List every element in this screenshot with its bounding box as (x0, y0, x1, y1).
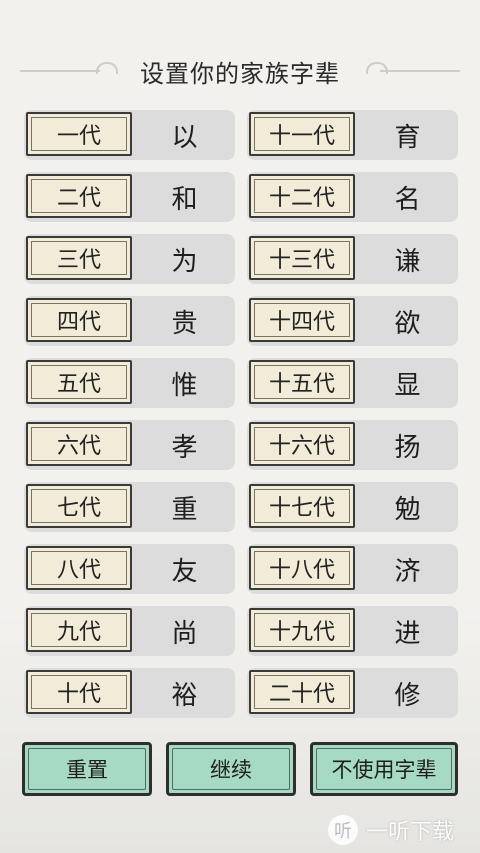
generation-character[interactable]: 孝 (134, 420, 235, 470)
generation-character[interactable]: 谦 (357, 234, 458, 284)
continue-button[interactable]: 继续 (166, 742, 296, 796)
generation-row: 六代 孝 十六代 扬 (24, 420, 458, 470)
title-bar: 设置你的家族字辈 (0, 50, 480, 90)
generation-character[interactable]: 扬 (357, 420, 458, 470)
generation-character[interactable]: 重 (134, 482, 235, 532)
generation-character[interactable]: 济 (357, 544, 458, 594)
generation-row: 三代 为 十三代 谦 (24, 234, 458, 284)
generation-character[interactable]: 贵 (134, 296, 235, 346)
generation-cell[interactable]: 十三代 谦 (247, 234, 458, 284)
generation-cell[interactable]: 一代 以 (24, 110, 235, 160)
generation-character[interactable]: 裕 (134, 668, 235, 718)
title-ornament-right (380, 70, 460, 72)
generation-character[interactable]: 欲 (357, 296, 458, 346)
watermark: 听 一听下载 (328, 812, 454, 848)
watermark-logo-icon: 听 (328, 815, 358, 845)
generation-label: 五代 (26, 360, 132, 404)
generation-cell[interactable]: 十九代 进 (247, 606, 458, 656)
generation-row: 一代 以 十一代 育 (24, 110, 458, 160)
generation-row: 九代 尚 十九代 进 (24, 606, 458, 656)
generation-cell[interactable]: 十七代 勉 (247, 482, 458, 532)
generation-cell[interactable]: 六代 孝 (24, 420, 235, 470)
watermark-text: 一听下载 (366, 820, 455, 845)
generation-cell[interactable]: 五代 惟 (24, 358, 235, 408)
generation-character[interactable]: 修 (357, 668, 458, 718)
generation-character[interactable]: 友 (134, 544, 235, 594)
generation-cell[interactable]: 八代 友 (24, 544, 235, 594)
generation-label: 十一代 (249, 112, 355, 156)
generation-label: 十六代 (249, 422, 355, 466)
generation-label: 三代 (26, 236, 132, 280)
generation-row: 八代 友 十八代 济 (24, 544, 458, 594)
generation-character[interactable]: 和 (134, 172, 235, 222)
generation-row: 四代 贵 十四代 欲 (24, 296, 458, 346)
generation-cell[interactable]: 二代 和 (24, 172, 235, 222)
generation-label: 十七代 (249, 484, 355, 528)
generation-row: 五代 惟 十五代 显 (24, 358, 458, 408)
generation-cell[interactable]: 十六代 扬 (247, 420, 458, 470)
generation-cell[interactable]: 十代 裕 (24, 668, 235, 718)
generation-cell[interactable]: 十八代 济 (247, 544, 458, 594)
generation-row: 十代 裕 二十代 修 (24, 668, 458, 718)
generation-character[interactable]: 显 (357, 358, 458, 408)
generation-cell[interactable]: 四代 贵 (24, 296, 235, 346)
reset-button[interactable]: 重置 (22, 742, 152, 796)
generation-label: 十四代 (249, 298, 355, 342)
generation-label: 一代 (26, 112, 132, 156)
generation-cell[interactable]: 三代 为 (24, 234, 235, 284)
generation-label: 七代 (26, 484, 132, 528)
generation-label: 十八代 (249, 546, 355, 590)
generation-label: 六代 (26, 422, 132, 466)
generation-label: 九代 (26, 608, 132, 652)
generation-label: 十九代 (249, 608, 355, 652)
generation-cell[interactable]: 十四代 欲 (247, 296, 458, 346)
generation-label: 八代 (26, 546, 132, 590)
generation-label: 十五代 (249, 360, 355, 404)
generation-cell[interactable]: 二十代 修 (247, 668, 458, 718)
generation-character[interactable]: 进 (357, 606, 458, 656)
generation-cell[interactable]: 九代 尚 (24, 606, 235, 656)
generation-character[interactable]: 为 (134, 234, 235, 284)
generation-label: 十二代 (249, 174, 355, 218)
generation-character[interactable]: 育 (357, 110, 458, 160)
generation-cell[interactable]: 十五代 显 (247, 358, 458, 408)
generation-row: 二代 和 十二代 名 (24, 172, 458, 222)
generation-grid: 一代 以 十一代 育 二代 和 十二代 名 三代 为 十三代 谦 四代 贵 十四… (24, 110, 458, 730)
generation-label: 十三代 (249, 236, 355, 280)
generation-cell[interactable]: 十二代 名 (247, 172, 458, 222)
generation-cell[interactable]: 十一代 育 (247, 110, 458, 160)
generation-character[interactable]: 名 (357, 172, 458, 222)
generation-label: 二十代 (249, 670, 355, 714)
generation-label: 十代 (26, 670, 132, 714)
generation-label: 四代 (26, 298, 132, 342)
generation-character[interactable]: 以 (134, 110, 235, 160)
skip-generation-names-button[interactable]: 不使用字辈 (310, 742, 458, 796)
generation-character[interactable]: 惟 (134, 358, 235, 408)
generation-character[interactable]: 尚 (134, 606, 235, 656)
generation-row: 七代 重 十七代 勉 (24, 482, 458, 532)
generation-character[interactable]: 勉 (357, 482, 458, 532)
title-curl-right (366, 62, 388, 74)
generation-cell[interactable]: 七代 重 (24, 482, 235, 532)
generation-label: 二代 (26, 174, 132, 218)
